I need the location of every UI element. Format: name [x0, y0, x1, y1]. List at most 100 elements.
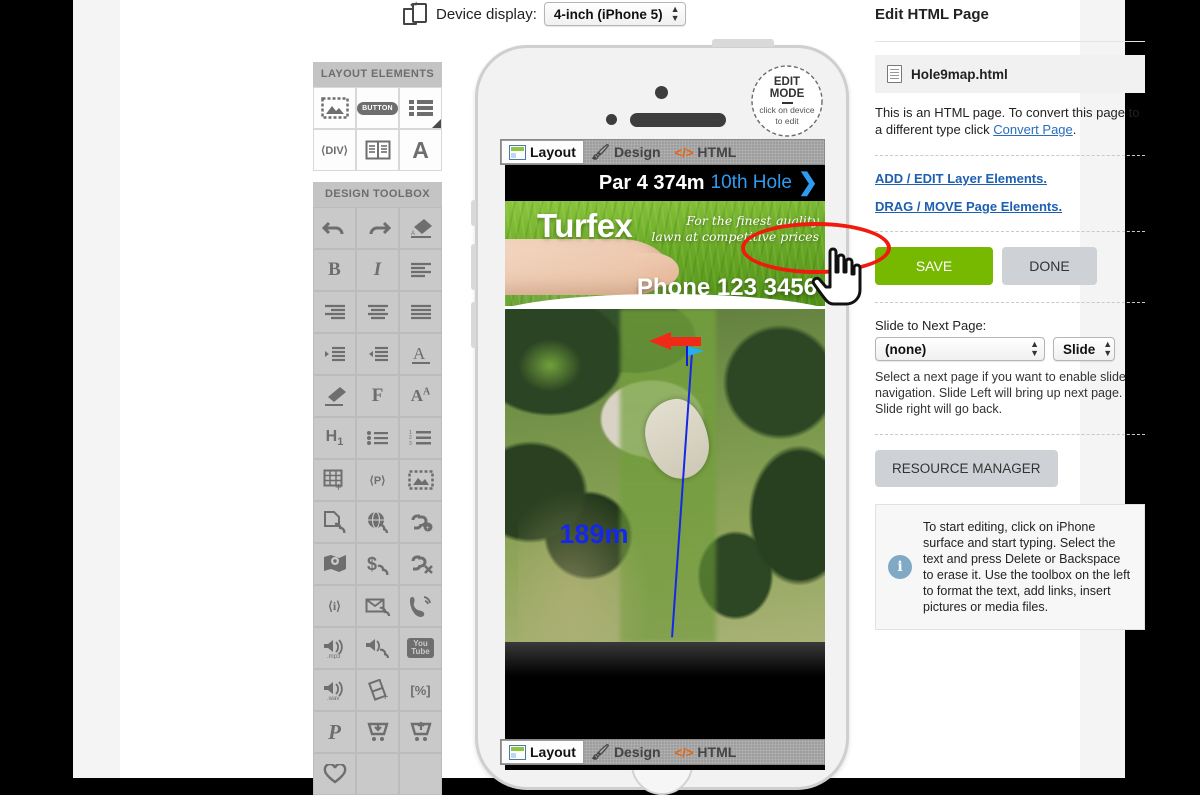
code-icon: </> — [674, 744, 694, 760]
youtube-video-button[interactable]: You Tube — [399, 627, 442, 669]
par-text: Par 4 374m — [598, 171, 705, 194]
tab-layout-bottom[interactable]: Layout — [501, 740, 584, 764]
phone-link-button[interactable] — [399, 585, 442, 627]
favorite-button[interactable] — [313, 753, 356, 795]
remove-link-button[interactable] — [399, 543, 442, 585]
insert-image-button[interactable] — [399, 459, 442, 501]
slide-controls: (none) ▲ ▼ Slide ▲ ▼ — [875, 337, 1145, 361]
proximity-sensor — [606, 114, 617, 125]
add-edit-layer-elements-link[interactable]: ADD / EDIT Layer Elements. — [875, 171, 1145, 186]
redo-button[interactable] — [356, 207, 399, 249]
bullet-list-button[interactable] — [356, 417, 399, 459]
volume-down-button — [471, 302, 476, 348]
align-left-button[interactable] — [399, 249, 442, 291]
slide-page-select[interactable]: (none) ▲ ▼ — [875, 337, 1045, 361]
tab-layout-label-bottom: Layout — [530, 744, 576, 760]
heading-h1-button[interactable]: H1 — [313, 417, 356, 459]
percent-code-button[interactable]: [%] — [399, 669, 442, 711]
divider-1 — [875, 41, 1145, 42]
checkout-cart-button[interactable] — [399, 711, 442, 753]
font-color-button[interactable]: A — [399, 333, 442, 375]
code-icon: </> — [674, 144, 694, 160]
tool-sidebar: LAYOUT ELEMENTS BUTTON ⟨DIV⟩ A DESIGN TO… — [313, 62, 442, 795]
text-element-button[interactable]: A — [399, 129, 442, 171]
device-display-select[interactable]: 4-inch (iPhone 5) ▲ ▼ — [543, 2, 686, 26]
layout-elements-grid: BUTTON ⟨DIV⟩ A — [313, 87, 442, 171]
align-right-button[interactable] — [313, 291, 356, 333]
earpiece-speaker — [630, 113, 726, 127]
bold-button[interactable]: B — [313, 249, 356, 291]
numbered-list-button[interactable]: 123 — [399, 417, 442, 459]
done-button[interactable]: DONE — [1002, 247, 1097, 285]
web-link-button[interactable] — [356, 501, 399, 543]
div-element-button[interactable]: ⟨DIV⟩ — [313, 129, 356, 171]
highlight-marker-button[interactable] — [313, 375, 356, 417]
power-button — [712, 39, 774, 47]
edit-mode-line1: EDIT — [773, 75, 801, 88]
convert-page-link[interactable]: Convert Page — [993, 122, 1073, 137]
align-justify-button[interactable] — [399, 291, 442, 333]
paragraph-button[interactable]: ⟨P⟩ — [356, 459, 399, 501]
device-display-bar: ↵ Device display: 4-inch (iPhone 5) ▲ ▼ — [403, 0, 686, 26]
clear-format-eraser-button[interactable]: A — [399, 207, 442, 249]
tab-html-label: HTML — [697, 144, 737, 160]
page-margin-left — [73, 0, 120, 778]
editor-tabs-bottom: Layout 🖌 Design </> HTML — [500, 739, 825, 765]
info-tag-button[interactable]: ⟨i⟩ — [313, 585, 356, 627]
next-hole-chevron-icon[interactable]: ❯ — [798, 171, 818, 195]
tab-html-top[interactable]: </> HTML — [668, 140, 744, 164]
app-window: ↵ Device display: 4-inch (iPhone 5) ▲ ▼ L… — [0, 0, 1200, 795]
add-to-cart-button[interactable] — [356, 711, 399, 753]
tab-design-bottom[interactable]: 🖌 Design — [584, 740, 668, 764]
edit-mode-sub2: to edit — [775, 116, 799, 126]
button-element-button[interactable]: BUTTON — [356, 87, 399, 129]
tab-design-label: Design — [613, 144, 661, 160]
map-link-button[interactable] — [313, 543, 356, 585]
layout-icon — [509, 144, 526, 160]
tab-design-top[interactable]: 🖌 Design — [584, 140, 668, 164]
svg-text:$: $ — [367, 554, 377, 574]
pay-link-button[interactable]: $ — [356, 543, 399, 585]
golf-hole-aerial-map[interactable]: 189m — [505, 309, 825, 642]
slogan-line-1: For the finest quality — [686, 213, 819, 228]
italic-button[interactable]: I — [356, 249, 399, 291]
undo-button[interactable] — [313, 207, 356, 249]
outdent-button[interactable] — [356, 333, 399, 375]
list-element-button[interactable] — [399, 87, 442, 129]
add-link-button[interactable]: + — [399, 501, 442, 543]
svg-text:A: A — [411, 231, 415, 237]
font-family-button[interactable]: F — [356, 375, 399, 417]
slogan-line-2: lawn at competitive prices — [651, 229, 819, 244]
description-post: . — [1072, 122, 1077, 137]
insert-table-button[interactable]: + — [313, 459, 356, 501]
editor-tabs-top: Layout 🖌 Design </> HTML — [500, 139, 825, 165]
audio-link-button[interactable] — [356, 627, 399, 669]
svg-text:+: + — [335, 480, 342, 491]
practice-green — [517, 338, 582, 393]
save-button[interactable]: SAVE — [875, 247, 993, 285]
turfex-banner: Turfex For the finest quality lawn at co… — [505, 201, 825, 309]
resource-manager-button[interactable]: RESOURCE MANAGER — [875, 450, 1058, 487]
drag-move-page-elements-link[interactable]: DRAG / MOVE Page Elements. — [875, 199, 1145, 214]
slide-type-select[interactable]: Slide ▲ ▼ — [1053, 337, 1115, 361]
info-text: To start editing, click on iPhone surfac… — [923, 520, 1131, 614]
font-size-button[interactable]: AA — [399, 375, 442, 417]
file-row[interactable]: Hole9map.html — [875, 55, 1145, 93]
tab-html-bottom[interactable]: </> HTML — [668, 740, 744, 764]
front-camera — [655, 86, 668, 99]
wav-audio-button[interactable]: .wav — [313, 669, 356, 711]
align-center-button[interactable] — [356, 291, 399, 333]
add-media-button[interactable]: + — [356, 669, 399, 711]
page-title: Edit HTML Page — [875, 6, 989, 23]
document-icon — [887, 65, 902, 83]
image-element-button[interactable] — [313, 87, 356, 129]
page-description: This is an HTML page. To convert this pa… — [875, 104, 1145, 138]
columns-element-button[interactable] — [356, 129, 399, 171]
email-link-button[interactable] — [356, 585, 399, 627]
mp3-audio-button[interactable]: .mp3 — [313, 627, 356, 669]
page-link-button[interactable] — [313, 501, 356, 543]
tab-layout-top[interactable]: Layout — [501, 140, 584, 164]
indent-button[interactable] — [313, 333, 356, 375]
device-screen[interactable]: ●●●●● ◕ 12:21 87% Par 4 374m 10th Hole ❯ — [505, 145, 825, 770]
paypal-button[interactable]: P — [313, 711, 356, 753]
